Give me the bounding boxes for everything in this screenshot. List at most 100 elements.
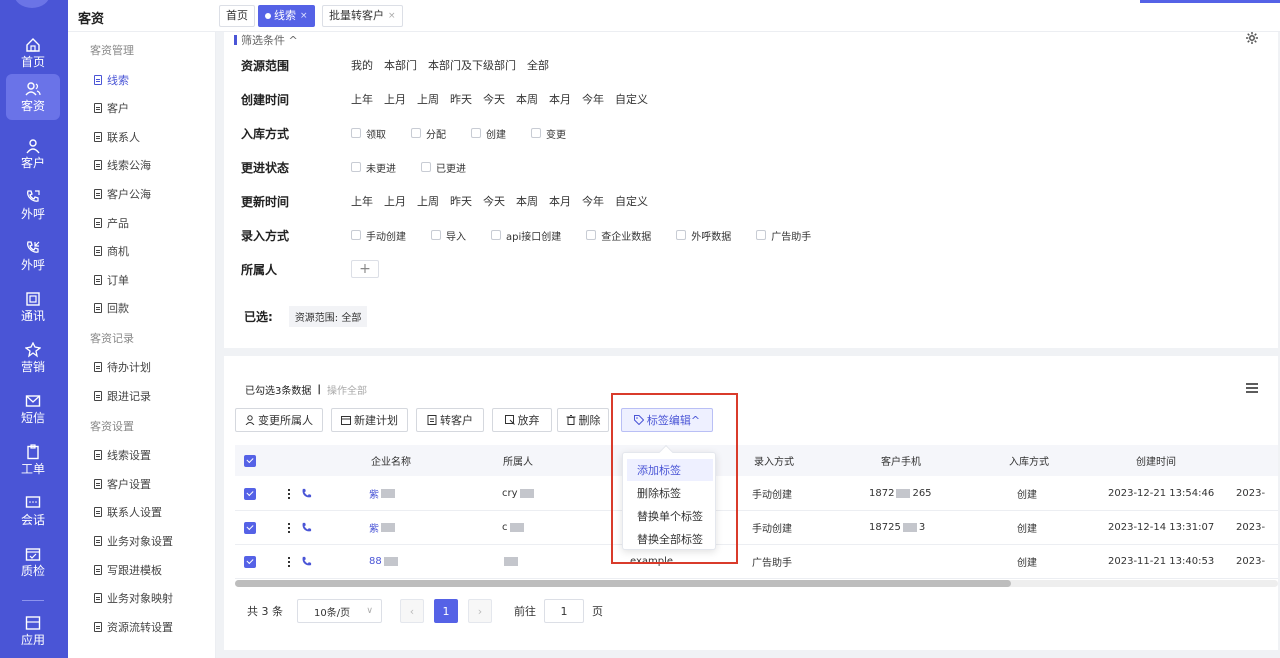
scrollbar-thumb[interactable]	[235, 580, 1011, 587]
filter-option[interactable]: 本周	[516, 193, 538, 209]
row-actions[interactable]	[288, 545, 312, 578]
filter-option[interactable]: 今年	[582, 91, 604, 107]
phone-icon[interactable]	[301, 556, 312, 567]
close-icon[interactable]: ×	[388, 6, 396, 26]
filter-option[interactable]: 上周	[417, 91, 439, 107]
checkbox[interactable]	[756, 230, 767, 240]
subnav-item[interactable]: 联系人	[94, 129, 140, 145]
filter-option[interactable]: 本月	[549, 91, 571, 107]
subnav-item[interactable]: 业务对象映射	[94, 590, 173, 606]
nav-contacts[interactable]: 通讯	[6, 284, 60, 330]
subnav-item[interactable]: 回款	[94, 300, 129, 316]
row-actions[interactable]	[288, 511, 312, 544]
filter-option[interactable]: 上月	[384, 193, 406, 209]
nav-home[interactable]: 首页	[6, 30, 60, 76]
column-header[interactable]: 所属人	[503, 445, 533, 476]
row-checkbox[interactable]	[244, 511, 256, 544]
subnav-item[interactable]: 产品	[94, 215, 129, 231]
subnav-item[interactable]: 线索公海	[94, 157, 151, 173]
filter-option[interactable]: 自定义	[615, 91, 648, 107]
filter-checkbox[interactable]: 外呼数据	[676, 228, 731, 243]
column-header[interactable]: 企业名称	[371, 445, 411, 476]
checkbox[interactable]	[531, 128, 541, 138]
filter-option[interactable]: 昨天	[450, 91, 472, 107]
filter-checkbox[interactable]: 广告助手	[756, 228, 811, 243]
table-row[interactable]: 88 example 广告助手 创建 2023-11-21 13:40:53 2023-	[235, 545, 1278, 579]
subnav-item[interactable]: 跟进记录	[94, 388, 151, 404]
filter-chip[interactable]: 资源范围: 全部	[288, 306, 368, 327]
filter-option[interactable]: 昨天	[450, 193, 472, 209]
row-actions[interactable]	[288, 477, 312, 510]
checkbox[interactable]	[351, 128, 361, 138]
row-checkbox[interactable]	[244, 545, 256, 578]
company-name[interactable]: 88	[369, 545, 400, 578]
next-page-button[interactable]: ›	[468, 599, 492, 623]
checkbox[interactable]	[351, 230, 361, 240]
checkbox-checked[interactable]	[244, 555, 256, 568]
checkbox[interactable]	[431, 230, 441, 240]
horizontal-scrollbar[interactable]	[235, 580, 1278, 587]
table-row[interactable]: 紫 c 手动创建 18725 3 创建 2023-12-14 13:31:07 2023-	[235, 511, 1278, 545]
change-owner-button[interactable]: 变更所属人	[235, 408, 323, 432]
prev-page-button[interactable]: ‹	[400, 599, 424, 623]
column-header[interactable]: 客户手机	[881, 445, 921, 476]
filter-checkbox[interactable]: 未更进	[351, 160, 396, 175]
abandon-button[interactable]: 放弃	[492, 408, 552, 432]
tab-home[interactable]: 首页	[219, 5, 255, 27]
checkbox-checked[interactable]	[244, 487, 256, 500]
subnav-item[interactable]: 写跟进模板	[94, 562, 162, 578]
subnav-item[interactable]: 客户设置	[94, 476, 151, 492]
checkbox[interactable]	[351, 162, 361, 172]
column-header[interactable]: 入库方式	[1009, 445, 1049, 476]
nav-calendar-check[interactable]: 质检	[6, 539, 60, 585]
nav-apps[interactable]: 应用	[6, 608, 60, 654]
more-icon[interactable]	[288, 556, 291, 567]
more-icon[interactable]	[288, 488, 291, 499]
subnav-item[interactable]: 客户公海	[94, 186, 151, 202]
filter-option[interactable]: 本月	[549, 193, 571, 209]
nav-sms[interactable]: 短信	[6, 386, 60, 432]
subnav-item[interactable]: 订单	[94, 272, 129, 288]
filter-option[interactable]: 今天	[483, 193, 505, 209]
filter-toggle[interactable]: 筛选条件 ^	[234, 32, 298, 48]
company-name[interactable]: 紫	[369, 511, 397, 544]
table-row[interactable]: 紫 cry 手动创建 1872 265 创建 2023-12-21 13:54:46 2023…	[235, 477, 1278, 511]
nav-phone-out[interactable]: 外呼	[6, 182, 60, 228]
filter-checkbox[interactable]: 创建	[471, 126, 506, 141]
convert-customer-button[interactable]: 转客户	[416, 408, 484, 432]
more-icon[interactable]	[288, 522, 291, 533]
delete-button[interactable]: 删除	[557, 408, 609, 432]
nav-chat[interactable]: 会话	[6, 488, 60, 534]
filter-option[interactable]: 上年	[351, 193, 373, 209]
checkbox[interactable]	[421, 162, 431, 172]
filter-option[interactable]: 本部门	[384, 57, 417, 73]
page-number-active[interactable]: 1	[434, 599, 458, 623]
subnav-item[interactable]: 联系人设置	[94, 504, 162, 520]
column-settings-icon[interactable]	[1246, 382, 1258, 394]
filter-option[interactable]: 上周	[417, 193, 439, 209]
filter-option[interactable]: 全部	[527, 57, 549, 73]
subnav-item[interactable]: 线索	[94, 72, 129, 88]
row-checkbox[interactable]	[244, 477, 256, 510]
goto-page-input[interactable]: 1	[544, 599, 584, 623]
column-header[interactable]: 创建时间	[1136, 445, 1176, 476]
filter-checkbox[interactable]: 导入	[431, 228, 466, 243]
delete-tag-item[interactable]: 删除标签	[627, 482, 713, 504]
nav-marketing[interactable]: 营销	[6, 335, 60, 381]
subnav-item[interactable]: 业务对象设置	[94, 533, 173, 549]
filter-option[interactable]: 本周	[516, 91, 538, 107]
new-plan-button[interactable]: 新建计划	[331, 408, 408, 432]
checkbox[interactable]	[676, 230, 687, 240]
filter-option[interactable]: 今天	[483, 91, 505, 107]
nav-phone-in[interactable]: 外呼	[6, 233, 60, 279]
checkbox[interactable]	[491, 230, 501, 240]
checkbox-checked[interactable]	[244, 521, 256, 534]
filter-option[interactable]: 上年	[351, 91, 373, 107]
nav-person[interactable]: 客户	[6, 131, 60, 177]
select-all-link[interactable]: 操作全部	[327, 382, 367, 397]
company-name[interactable]: 紫	[369, 477, 397, 510]
checkbox[interactable]	[586, 230, 597, 240]
close-icon[interactable]: ×	[300, 6, 308, 26]
filter-checkbox[interactable]: api接口创建	[491, 228, 561, 243]
phone-icon[interactable]	[301, 522, 312, 533]
